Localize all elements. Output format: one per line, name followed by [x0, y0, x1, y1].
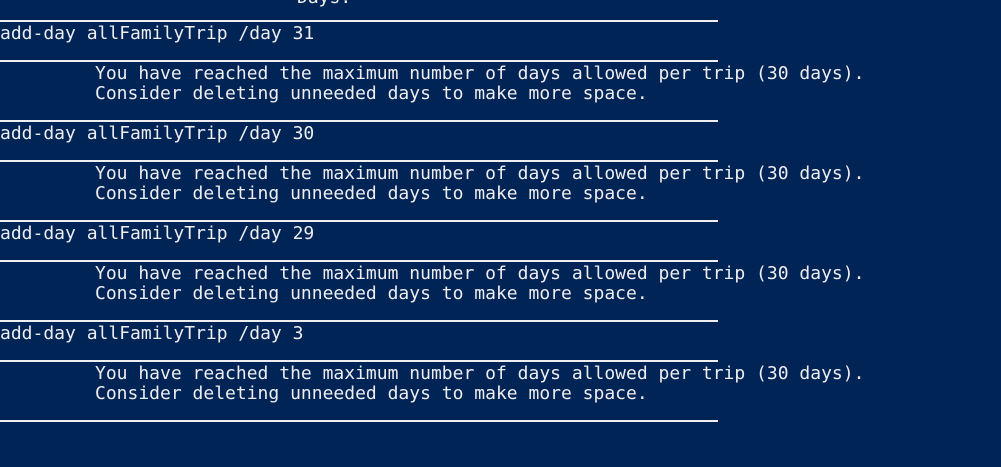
divider-line [0, 260, 718, 262]
terminal-output[interactable]: Days. add-day allFamilyTrip /day 31 You … [0, 0, 1001, 467]
divider-line [0, 160, 718, 162]
divider-line [0, 420, 718, 422]
command-line: add-day allFamilyTrip /day 30 [0, 123, 315, 144]
divider-line [0, 20, 718, 22]
error-message-line: Consider deleting unneeded days to make … [95, 83, 648, 104]
divider-line [0, 120, 718, 122]
error-message-line: You have reached the maximum number of d… [95, 63, 865, 84]
error-message-line: You have reached the maximum number of d… [95, 263, 865, 284]
command-line: add-day allFamilyTrip /day 29 [0, 223, 315, 244]
divider-line [0, 360, 718, 362]
error-message-line: You have reached the maximum number of d… [95, 163, 865, 184]
command-line: add-day allFamilyTrip /day 31 [0, 23, 315, 44]
error-message-line: Consider deleting unneeded days to make … [95, 283, 648, 304]
error-message-line: You have reached the maximum number of d… [95, 363, 865, 384]
divider-line [0, 320, 718, 322]
command-line: add-day allFamilyTrip /day 3 [0, 323, 304, 344]
error-message-line: Consider deleting unneeded days to make … [95, 183, 648, 204]
partial-output-line: Days. [297, 0, 351, 8]
divider-line [0, 60, 718, 62]
divider-line [0, 220, 718, 222]
error-message-line: Consider deleting unneeded days to make … [95, 383, 648, 404]
